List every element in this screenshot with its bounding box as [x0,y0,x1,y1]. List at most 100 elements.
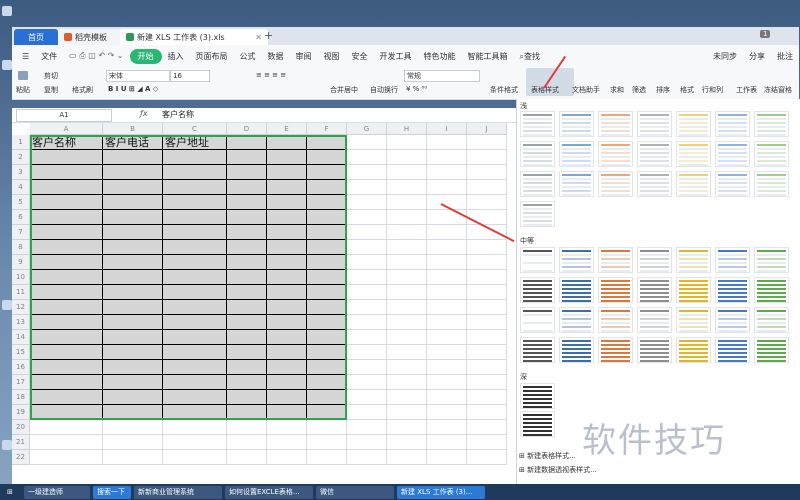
wrap-text-button[interactable]: 自动换行 [370,85,398,95]
row-header[interactable]: 1 [12,135,30,150]
cell[interactable] [163,360,227,375]
cell[interactable] [267,285,307,300]
cell[interactable] [387,225,427,240]
hamburger-icon[interactable]: ☰ [16,52,35,61]
cell[interactable] [227,390,267,405]
cell[interactable] [103,315,163,330]
cell[interactable] [307,180,347,195]
table-style-swatch[interactable] [754,277,789,303]
table-style-swatch[interactable] [715,277,750,303]
cell[interactable] [163,330,227,345]
menu-file[interactable]: 文件 [35,51,63,62]
cell[interactable] [267,150,307,165]
cell[interactable] [163,210,227,225]
row-header[interactable]: 6 [12,210,30,225]
cell[interactable] [467,165,507,180]
cell[interactable] [30,435,103,450]
row-header[interactable]: 22 [12,450,30,465]
sync-status[interactable]: 未同步 [707,51,743,62]
row-header[interactable]: 18 [12,390,30,405]
table-style-swatch[interactable] [598,247,633,273]
column-header-g[interactable]: G [347,123,387,135]
cell[interactable] [347,420,387,435]
table-style-swatch[interactable] [598,141,633,167]
cell[interactable] [467,435,507,450]
cell[interactable] [467,270,507,285]
cell[interactable] [227,225,267,240]
tab-home[interactable]: 首页 [14,29,58,45]
table-style-swatch[interactable] [754,171,789,197]
cell[interactable] [267,435,307,450]
cell[interactable] [103,450,163,465]
cell[interactable] [347,345,387,360]
cell[interactable] [427,345,467,360]
cell[interactable] [307,135,347,150]
cell[interactable] [347,210,387,225]
cell[interactable] [30,330,103,345]
table-style-swatch[interactable] [754,337,789,363]
sum-button[interactable]: 求和 [610,85,624,95]
cell[interactable] [227,345,267,360]
cell[interactable] [307,360,347,375]
cell[interactable] [427,285,467,300]
cell[interactable] [103,300,163,315]
cell[interactable] [267,330,307,345]
column-header-h[interactable]: H [387,123,427,135]
cell[interactable] [387,195,427,210]
cell[interactable] [427,135,467,150]
cell[interactable] [267,315,307,330]
table-style-swatch[interactable] [754,307,789,333]
tab-template[interactable]: 稻壳模板 [58,29,126,45]
cell[interactable] [387,150,427,165]
cell[interactable] [227,195,267,210]
cell[interactable] [227,315,267,330]
task-item[interactable]: 新建 XLS 工作表 (3)... [397,485,485,499]
column-header-c[interactable]: C [163,123,227,135]
cell[interactable] [427,435,467,450]
table-style-swatch[interactable] [715,337,750,363]
cell[interactable] [347,240,387,255]
cell[interactable] [30,225,103,240]
cell[interactable] [427,375,467,390]
cell[interactable] [387,240,427,255]
row-header[interactable]: 7 [12,225,30,240]
share-button[interactable]: 分享 [743,51,771,62]
cell[interactable] [227,165,267,180]
row-header[interactable]: 11 [12,285,30,300]
cell[interactable] [30,195,103,210]
cell[interactable] [467,450,507,465]
cell[interactable] [307,210,347,225]
cell[interactable] [347,285,387,300]
cell[interactable] [427,225,467,240]
cell[interactable] [387,210,427,225]
cell[interactable] [103,270,163,285]
row-column-button[interactable]: 行和列 [702,85,723,95]
cell[interactable] [163,225,227,240]
table-style-swatch[interactable] [598,277,633,303]
cell[interactable] [103,390,163,405]
row-header[interactable]: 19 [12,405,30,420]
table-style-swatch[interactable] [559,277,594,303]
number-format-select[interactable]: 常规 [404,70,480,82]
spreadsheet-grid[interactable]: A B C D E F G H I J 1 客户名称 客户电话 客户地址 2 3 4 5 6 7 8 9 10 11 12 13 1… [12,123,516,484]
cell[interactable] [30,210,103,225]
bold-icon[interactable]: B I U ⊞ ◢ A ◇ [108,85,158,93]
cell[interactable] [103,195,163,210]
cell[interactable] [163,405,227,420]
quick-access-icons[interactable]: ▭ ⎙ ◫ ↶ ↷ ⌄ [63,51,129,61]
cell[interactable] [30,375,103,390]
cell[interactable] [307,150,347,165]
cell[interactable] [163,435,227,450]
cell[interactable] [267,405,307,420]
cell[interactable] [387,255,427,270]
format-brush-button[interactable]: 格式刷 [72,85,93,95]
menu-home[interactable]: 开始 [129,48,162,64]
desktop-icon[interactable] [2,440,12,450]
row-header[interactable]: 17 [12,375,30,390]
table-style-swatch[interactable] [520,201,555,227]
task-item[interactable]: 如何设置EXCLE表格... [225,485,313,499]
cell[interactable] [347,450,387,465]
table-style-swatch[interactable] [520,277,555,303]
table-style-swatch[interactable] [520,247,555,273]
cell[interactable] [347,225,387,240]
